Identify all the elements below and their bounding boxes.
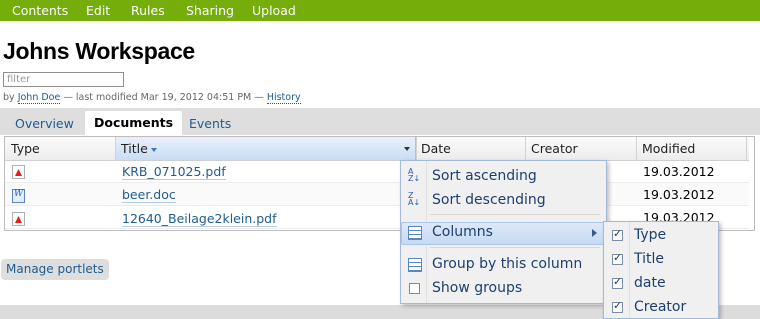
sort-ascending-icon: A Z↓ — [408, 167, 421, 183]
column-date-checkbox[interactable] — [612, 275, 623, 289]
menu-separator — [430, 214, 600, 215]
tab-events[interactable]: Events — [189, 116, 231, 131]
show-groups-checkbox[interactable] — [409, 283, 420, 294]
page-title: Johns Workspace — [3, 38, 195, 64]
top-toolbar: Contents Edit Rules Sharing Upload — [0, 0, 760, 21]
pdf-file-icon — [12, 165, 25, 179]
title-column-header[interactable] — [115, 137, 416, 160]
word-document-icon — [12, 189, 25, 203]
column-header-creator[interactable]: Creator — [531, 137, 578, 160]
byline-by: by — [3, 92, 15, 103]
column-type-checkbox[interactable] — [612, 227, 623, 241]
column-divider[interactable] — [525, 137, 526, 160]
menu-item-columns[interactable]: Columns — [432, 224, 493, 240]
tab-edit[interactable]: Edit — [86, 3, 110, 18]
column-creator-checkbox[interactable] — [612, 299, 623, 313]
filter-input[interactable] — [3, 72, 124, 87]
column-header-title[interactable]: Title — [121, 137, 148, 160]
table-row[interactable] — [5, 183, 749, 206]
tab-sharing[interactable]: Sharing — [186, 3, 234, 18]
column-divider[interactable] — [115, 137, 116, 160]
menu-item-group-by[interactable]: Group by this column — [432, 256, 582, 272]
tab-contents[interactable]: Contents — [12, 3, 68, 18]
history-link[interactable]: History — [266, 92, 301, 104]
column-header-modified[interactable]: Modified — [642, 137, 695, 160]
sort-descending-icon: Z A↓ — [408, 191, 421, 207]
group-by-icon — [408, 258, 422, 272]
sort-arrow-icon — [151, 148, 157, 152]
byline: by John Doe — last modified Mar 19, 2012… — [3, 92, 301, 104]
tab-documents[interactable]: Documents — [85, 111, 183, 135]
pdf-file-icon — [12, 212, 25, 226]
column-header-type[interactable]: Type — [11, 137, 40, 160]
tab-rules[interactable]: Rules — [131, 3, 165, 18]
modified-date: 19.03.2012 — [643, 164, 715, 179]
submenu-item-date[interactable]: date — [634, 275, 666, 291]
column-divider[interactable] — [746, 137, 747, 160]
submenu-item-title[interactable]: Title — [634, 251, 664, 267]
tab-overview[interactable]: Overview — [15, 116, 74, 131]
modified-date: 19.03.2012 — [643, 187, 715, 202]
column-header-date[interactable]: Date — [421, 137, 451, 160]
columns-icon — [408, 226, 422, 240]
column-menu-trigger-icon[interactable] — [404, 147, 410, 151]
submenu-gutter — [629, 222, 630, 318]
author-link[interactable]: John Doe — [17, 92, 61, 104]
column-divider[interactable] — [416, 137, 417, 160]
manage-portlets-button[interactable]: Manage portlets — [1, 259, 109, 280]
file-link[interactable]: 12640_Beilage2klein.pdf — [122, 211, 277, 227]
byline-modified: — last modified Mar 19, 2012 04:51 PM — — [63, 92, 264, 103]
table-row[interactable] — [5, 160, 749, 183]
file-link[interactable]: KRB_071025.pdf — [122, 164, 226, 180]
column-title-checkbox[interactable] — [612, 251, 623, 265]
column-divider[interactable] — [636, 137, 637, 160]
menu-item-show-groups[interactable]: Show groups — [432, 280, 522, 296]
file-link[interactable]: beer.doc — [122, 187, 176, 203]
submenu-item-creator[interactable]: Creator — [634, 299, 686, 315]
menu-item-sort-descending[interactable]: Sort descending — [432, 192, 546, 208]
tab-upload[interactable]: Upload — [252, 3, 296, 18]
menu-separator — [430, 247, 600, 248]
menu-item-sort-ascending[interactable]: Sort ascending — [432, 168, 537, 184]
submenu-item-type[interactable]: Type — [634, 227, 666, 243]
submenu-arrow-icon — [592, 229, 597, 237]
